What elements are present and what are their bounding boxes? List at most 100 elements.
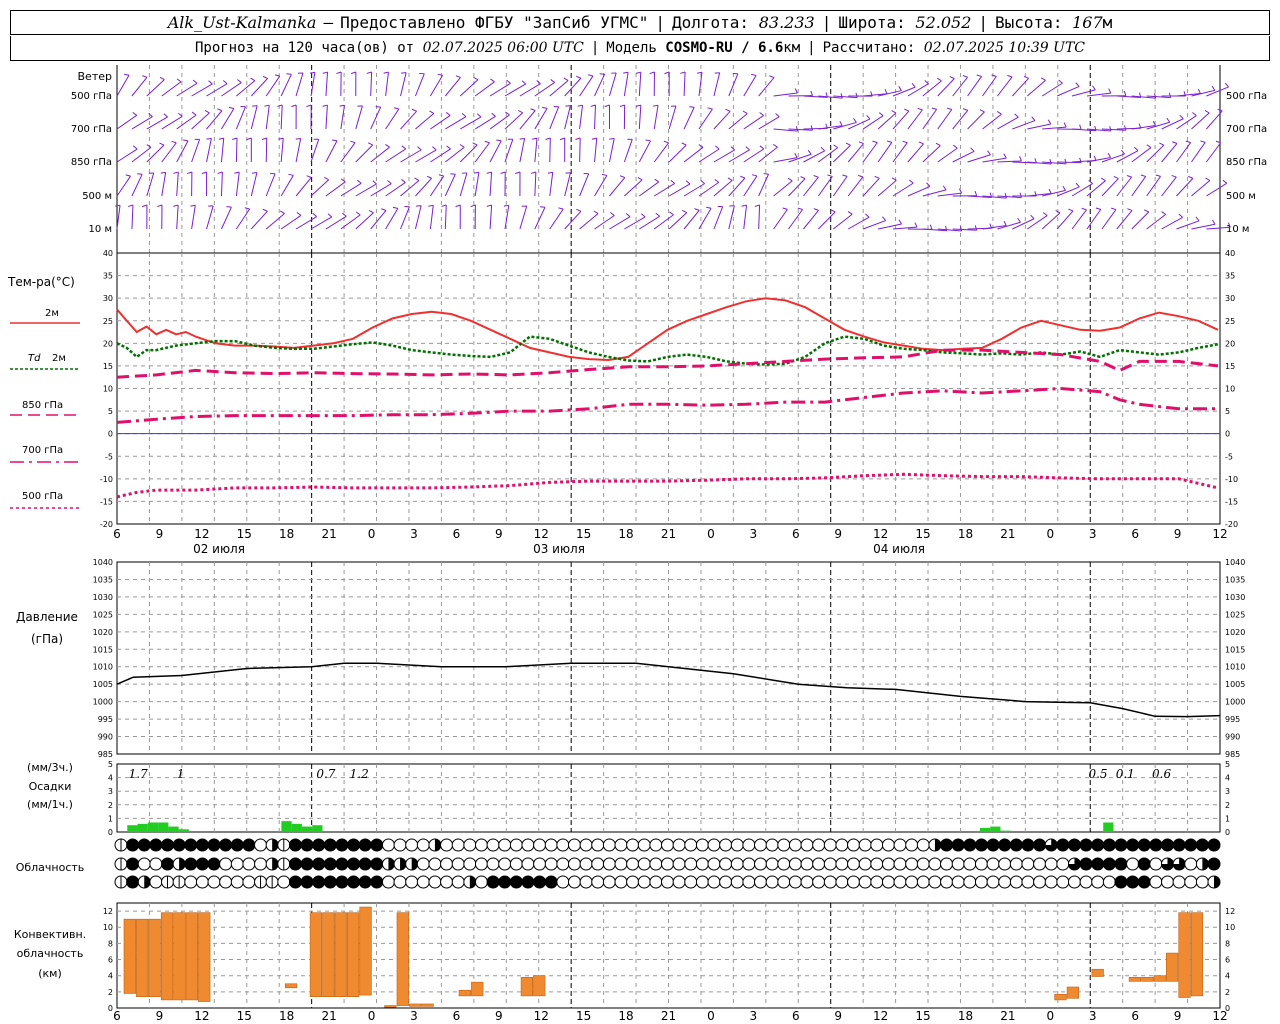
wind-barb [623, 139, 633, 163]
wind-barb [608, 138, 615, 163]
wind-barb [414, 73, 425, 97]
cloud-circle [672, 857, 686, 871]
wind-barb-flag [1126, 175, 1132, 178]
wind-barb-flag [381, 208, 387, 211]
cloud-symbol [602, 857, 616, 871]
wind-barb-flag [208, 80, 213, 85]
conv-unit: (км) [38, 967, 62, 980]
cloud-circle [567, 857, 581, 871]
cloud-circle [928, 875, 942, 889]
temp-time-tick: 0 [368, 527, 376, 541]
cloud-circle [230, 838, 244, 852]
cloud-symbol [707, 875, 721, 889]
cloud-symbol [323, 838, 337, 852]
wind-barb-flag [623, 71, 629, 74]
wind-barb-flag [714, 145, 720, 150]
cloud-symbol [1195, 875, 1209, 889]
cloud-circle [661, 857, 674, 871]
cloud-symbol [195, 875, 209, 889]
wind-barb [638, 105, 642, 130]
cloud-circle [381, 838, 395, 852]
wind-barb [608, 72, 617, 97]
wind-barb-flag [689, 106, 695, 108]
wind-barb-flag [286, 73, 292, 75]
cloud-circle [1114, 875, 1128, 889]
cloud-circle [242, 838, 256, 852]
wind-barb [549, 208, 564, 230]
cloud-symbol [370, 838, 384, 852]
day-label: 04 июля [873, 542, 925, 556]
cloud-symbol [1137, 857, 1151, 871]
wind-barb [877, 90, 902, 97]
cloud-circle [486, 838, 500, 852]
wind-barb [325, 140, 338, 163]
cloud-symbol [451, 875, 465, 889]
cloud-symbol [1079, 857, 1093, 871]
wind-barb-flag [886, 140, 892, 143]
cloud-circle [765, 875, 779, 889]
wind-barb-flag [383, 71, 389, 74]
wind-barb-flag [515, 171, 521, 175]
cloud-symbol [1079, 838, 1093, 852]
wind-barb-flag [1068, 208, 1074, 212]
wind-barb-flag [476, 113, 482, 118]
cloud-symbol [754, 838, 768, 852]
wind-barb [444, 77, 461, 97]
cloud-circle [288, 875, 302, 889]
precip-ytick-left: 1 [108, 814, 113, 823]
cloud-symbol [521, 875, 535, 889]
cloud-symbol [440, 857, 454, 871]
wind-barb [1146, 121, 1170, 130]
cloud-symbol [405, 875, 419, 889]
cloud-circle [358, 857, 372, 871]
pressure-ytick-left: 1015 [93, 645, 113, 654]
cloud-mark [411, 858, 418, 870]
cloud-circle [567, 838, 581, 852]
wind-barb [534, 138, 538, 163]
wind-barb-flag [506, 79, 511, 84]
wind-barb [206, 138, 212, 163]
cloud-symbol [951, 857, 965, 871]
wind-barb [161, 81, 182, 97]
cloud-symbol [1137, 875, 1151, 889]
cloud-symbol [556, 857, 570, 871]
wind-barb-flag [942, 185, 947, 191]
conv-bar [359, 906, 372, 996]
wind-barb-flag [970, 147, 975, 152]
cloud-symbol [998, 838, 1012, 852]
wind-barb-flag [1100, 177, 1106, 182]
wind-barb [997, 221, 1021, 230]
temp-series-line [116, 297, 1219, 362]
wind-barb-flag [350, 71, 356, 75]
conv-bar [334, 912, 347, 997]
cloud-circle [1033, 875, 1047, 889]
cloud-symbol [207, 838, 221, 852]
wind-barb [430, 114, 451, 130]
cloud-circle [370, 838, 384, 852]
temp-ytick-left: -15 [100, 497, 113, 506]
cloud-symbol [719, 857, 733, 871]
wind-barb-flag [357, 179, 362, 184]
wind-barb-flag [649, 71, 655, 75]
cloud-circle [695, 875, 709, 889]
wind-barb [325, 181, 346, 197]
conv-time-tick: 21 [1000, 1009, 1015, 1023]
cloud-symbol [765, 857, 779, 871]
cloud-circle [486, 875, 500, 889]
conv-ytick-left: 10 [103, 923, 113, 932]
cloud-circle [405, 875, 419, 889]
conv-time-tick: 12 [873, 1009, 888, 1023]
cloud-symbol [765, 875, 779, 889]
wind-barb [1012, 77, 1029, 97]
cloud-symbol [974, 875, 988, 889]
cloud-circle [707, 875, 721, 889]
wind-barb-flag [987, 150, 991, 156]
cloud-circle [812, 875, 826, 889]
wind-barb-flag [745, 146, 750, 151]
cloud-circle [277, 875, 291, 889]
wind-barb [922, 80, 942, 97]
cloud-circle [1021, 875, 1035, 889]
conv-time-tick: 15 [237, 1009, 252, 1023]
cloud-circle [940, 838, 954, 852]
wind-barb-flag [878, 112, 884, 117]
